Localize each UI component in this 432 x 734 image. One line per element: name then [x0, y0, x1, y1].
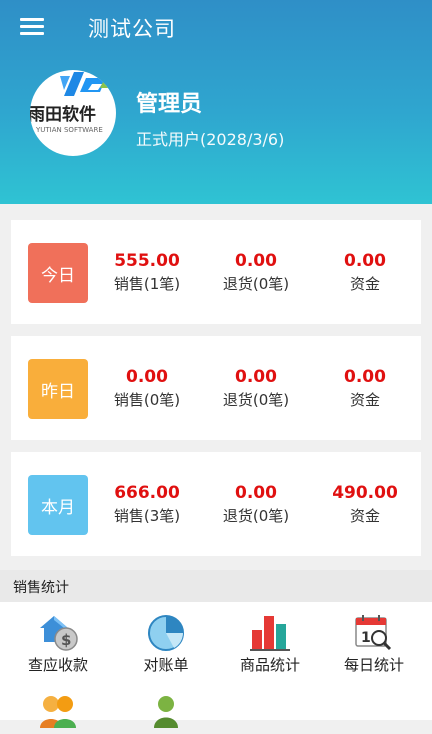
funds-stat[interactable]: 0.00 资金	[310, 250, 420, 296]
avatar[interactable]: 雨田软件 YUTIAN SOFTWARE	[30, 70, 116, 156]
period-badge: 今日	[28, 243, 88, 303]
grid-item-label: 查应收款	[27, 656, 88, 674]
grid-item-label: 每日统计	[343, 656, 404, 674]
sales-stat[interactable]: 0.00 销售(0笔)	[92, 366, 202, 412]
grid-item-product-stats[interactable]: 商品统计	[216, 612, 324, 675]
user-name: 管理员	[136, 92, 203, 117]
profile-header: 测试公司 雨田软件 YUTIAN SOFTWARE 管理员 正式用户(2028/…	[0, 0, 432, 204]
yesterday-summary-card[interactable]: 昨日 0.00 销售(0笔) 0.00 退货(0笔) 0.00 资金	[11, 336, 421, 440]
returns-label: 退货(0笔)	[222, 275, 290, 293]
returns-label: 退货(0笔)	[222, 507, 290, 525]
returns-value: 0.00	[235, 483, 277, 503]
sales-stat[interactable]: 666.00 销售(3笔)	[92, 482, 202, 528]
section-title: 销售统计	[13, 580, 69, 596]
funds-stat[interactable]: 490.00 资金	[310, 482, 420, 528]
returns-stat[interactable]: 0.00 退货(0笔)	[201, 366, 311, 412]
returns-label: 退货(0笔)	[222, 391, 290, 409]
svg-text:YUTIAN SOFTWARE: YUTIAN SOFTWARE	[35, 126, 103, 134]
period-badge: 昨日	[28, 359, 88, 419]
company-name: 测试公司	[88, 17, 176, 41]
pie-chart-icon	[148, 615, 184, 651]
sales-stats-grid: $ 查应收款 对账单 商品统计 1 每日统计	[0, 602, 432, 728]
sales-value: 0.00	[126, 367, 168, 387]
grid-item-label: 商品统计	[239, 656, 300, 674]
company-logo-icon: 雨田软件 YUTIAN SOFTWARE	[30, 72, 112, 134]
month-summary-card[interactable]: 本月 666.00 销售(3笔) 0.00 退货(0笔) 490.00 资金	[11, 452, 421, 556]
menu-icon[interactable]	[20, 16, 46, 38]
sales-label: 销售(0笔)	[113, 391, 181, 409]
sales-stat[interactable]: 555.00 销售(1笔)	[92, 250, 202, 296]
sales-label: 销售(1笔)	[113, 275, 181, 293]
funds-stat[interactable]: 0.00 资金	[310, 366, 420, 412]
funds-value: 0.00	[344, 367, 386, 387]
today-summary-card[interactable]: 今日 555.00 销售(1笔) 0.00 退货(0笔) 0.00 资金	[11, 220, 421, 324]
svg-text:1: 1	[361, 630, 371, 646]
funds-value: 0.00	[344, 251, 386, 271]
svg-text:雨田软件: 雨田软件	[30, 104, 96, 125]
funds-value: 490.00	[332, 483, 398, 503]
customers-icon	[40, 696, 76, 728]
calendar-search-icon: 1	[355, 615, 392, 651]
sales-value: 555.00	[114, 251, 180, 271]
grid-item-customers[interactable]	[4, 692, 112, 734]
grid-item-person[interactable]	[112, 692, 220, 734]
sales-label: 销售(3笔)	[113, 507, 181, 525]
funds-label: 资金	[349, 275, 380, 293]
returns-stat[interactable]: 0.00 退货(0笔)	[201, 250, 311, 296]
funds-label: 资金	[349, 507, 380, 525]
grid-item-statement[interactable]: 对账单	[112, 612, 220, 675]
sales-value: 666.00	[114, 483, 180, 503]
period-badge: 本月	[28, 475, 88, 535]
svg-text:$: $	[61, 631, 71, 649]
user-status: 正式用户(2028/3/6)	[136, 130, 285, 149]
person-icon	[154, 696, 178, 728]
grid-item-label: 对账单	[143, 656, 189, 674]
returns-stat[interactable]: 0.00 退货(0笔)	[201, 482, 311, 528]
bar-chart-icon	[250, 616, 290, 651]
grid-item-daily-stats[interactable]: 1 每日统计	[320, 612, 428, 675]
receivable-icon: $	[40, 616, 78, 651]
grid-item-receivable[interactable]: $ 查应收款	[4, 612, 112, 675]
returns-value: 0.00	[235, 251, 277, 271]
funds-label: 资金	[349, 391, 380, 409]
sales-stats-section-header: 销售统计	[0, 570, 432, 602]
returns-value: 0.00	[235, 367, 277, 387]
